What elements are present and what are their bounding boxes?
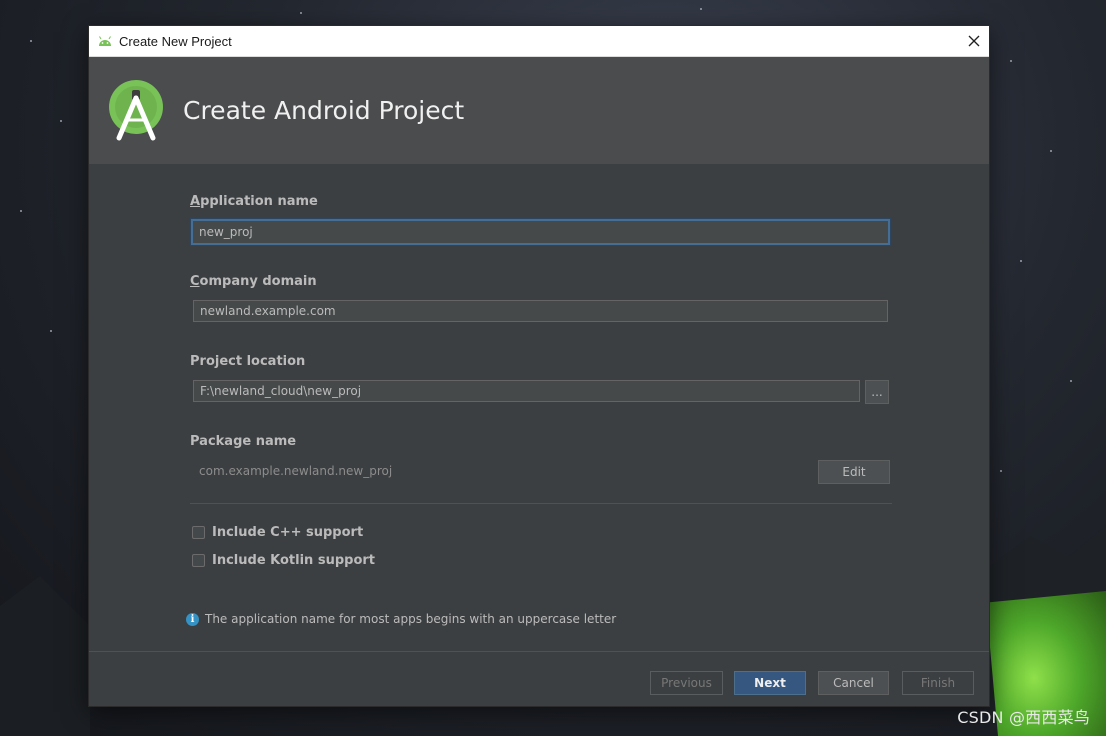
- divider: [190, 503, 892, 504]
- info-text: The application name for most apps begin…: [205, 612, 617, 626]
- dialog-header: Create Android Project: [89, 57, 989, 164]
- kotlin-support-label: Include Kotlin support: [212, 553, 376, 568]
- edit-package-button[interactable]: Edit: [818, 460, 890, 484]
- android-studio-logo: [109, 79, 163, 140]
- package-name-label: Package name: [190, 434, 297, 449]
- company-label-text: ompany domain: [199, 274, 317, 289]
- company-domain-input[interactable]: [193, 300, 888, 322]
- app-name-accel: A: [190, 194, 201, 209]
- android-icon: [99, 36, 111, 46]
- create-project-dialog: Create New Project Create Android Projec…: [89, 26, 989, 706]
- button-bar: Previous Next Cancel Finish: [89, 651, 989, 706]
- previous-button[interactable]: Previous: [650, 671, 723, 695]
- app-name-label: Application name: [190, 194, 318, 209]
- app-name-input[interactable]: [191, 219, 890, 245]
- company-domain-label: Company domain: [190, 274, 317, 289]
- close-icon: [968, 35, 980, 47]
- package-name-value: com.example.newland.new_proj: [199, 464, 393, 478]
- project-location-label: Project location: [190, 354, 306, 369]
- kotlin-support-checkbox[interactable]: [192, 554, 205, 567]
- cancel-button[interactable]: Cancel: [818, 671, 889, 695]
- page-title: Create Android Project: [183, 96, 465, 125]
- info-icon: i: [186, 612, 199, 626]
- cpp-support-label: Include C++ support: [212, 525, 364, 540]
- project-location-input[interactable]: [193, 380, 860, 402]
- info-message: i The application name for most apps beg…: [186, 612, 616, 626]
- app-name-label-text: pplication name: [200, 194, 318, 209]
- close-button[interactable]: [959, 26, 989, 56]
- cpp-support-checkbox-row[interactable]: Include C++ support: [192, 525, 363, 540]
- watermark: CSDN @西西菜鸟: [957, 708, 1090, 727]
- cpp-support-checkbox[interactable]: [192, 526, 205, 539]
- next-button[interactable]: Next: [734, 671, 806, 695]
- company-accel: C: [190, 274, 200, 289]
- kotlin-support-checkbox-row[interactable]: Include Kotlin support: [192, 553, 375, 568]
- browse-location-button[interactable]: ...: [865, 380, 889, 404]
- form-body: Application name Company domain Project …: [89, 164, 989, 652]
- window-title: Create New Project: [119, 33, 232, 49]
- title-bar: Create New Project: [89, 26, 989, 57]
- finish-button[interactable]: Finish: [902, 671, 974, 695]
